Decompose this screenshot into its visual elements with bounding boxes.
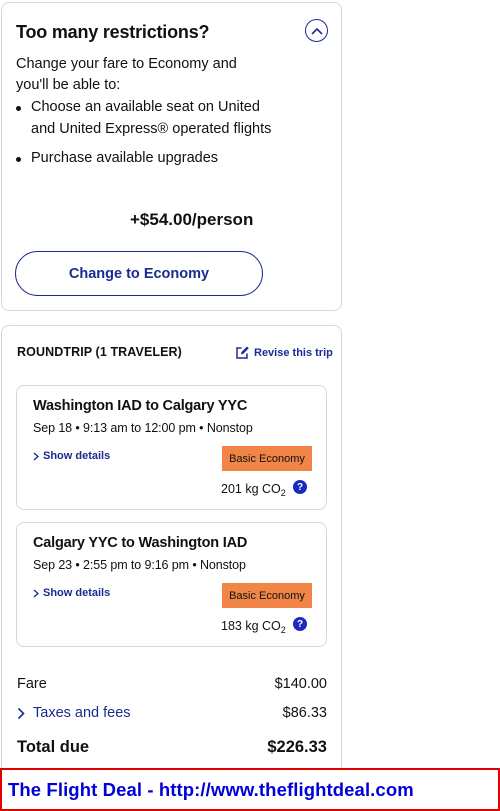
banner-text: The Flight Deal - http://www.theflightde… (8, 778, 414, 800)
fare-row: Fare $140.00 (17, 676, 327, 692)
revise-trip-label: Revise this trip (254, 346, 333, 359)
chevron-right-icon (17, 707, 25, 719)
fare-label: Fare (17, 676, 47, 692)
taxes-value: $86.33 (282, 705, 327, 721)
show-details-link[interactable]: Show details (33, 587, 110, 599)
co2-emissions: 201 kg CO2 (221, 482, 286, 498)
flight-segment-card: Washington IAD to Calgary YYC Sep 18 • 9… (16, 385, 327, 510)
co2-value: 183 kg CO (221, 619, 281, 633)
edit-icon (236, 346, 249, 359)
chevron-up-icon (310, 27, 323, 35)
trip-header: ROUNDTRIP (1 TRAVELER) (17, 345, 182, 359)
change-to-economy-button[interactable]: Change to Economy (15, 251, 263, 296)
benefit-item: Purchase available upgrades (16, 148, 286, 170)
trip-summary-card: ROUNDTRIP (1 TRAVELER) Revise this trip … (1, 325, 342, 769)
co2-subscript: 2 (280, 488, 286, 498)
chevron-right-icon (33, 589, 39, 597)
co2-emissions: 183 kg CO2 (221, 619, 286, 635)
taxes-row: Taxes and fees $86.33 (17, 705, 327, 721)
collapse-button[interactable] (305, 19, 328, 42)
flight-route: Washington IAD to Calgary YYC (33, 398, 248, 414)
show-details-label: Show details (43, 450, 111, 462)
co2-subscript: 2 (280, 625, 286, 635)
revise-trip-link[interactable]: Revise this trip (235, 345, 333, 360)
fare-value: $140.00 (274, 676, 327, 692)
upsell-title: Too many restrictions? (16, 22, 210, 42)
help-icon[interactable]: ? (293, 480, 307, 494)
flight-times: Sep 23 • 2:55 pm to 9:16 pm • Nonstop (33, 558, 246, 572)
fare-upsell-card: Too many restrictions? Change your fare … (1, 2, 342, 311)
flight-route: Calgary YYC to Washington IAD (33, 535, 248, 551)
fare-class-badge: Basic Economy (222, 583, 312, 608)
flight-segment-card: Calgary YYC to Washington IAD Sep 23 • 2… (16, 522, 327, 647)
fare-class-badge: Basic Economy (222, 446, 312, 471)
co2-value: 201 kg CO (221, 482, 281, 496)
upsell-intro: Change your fare to Economy and you'll b… (16, 56, 237, 93)
taxes-and-fees-link[interactable]: Taxes and fees (17, 705, 131, 721)
show-details-link[interactable]: Show details (33, 450, 110, 462)
chevron-right-icon (33, 452, 39, 460)
help-icon[interactable]: ? (293, 617, 307, 631)
total-value: $226.33 (267, 738, 327, 756)
flight-times: Sep 18 • 9:13 am to 12:00 pm • Nonstop (33, 421, 253, 435)
watermark-banner: The Flight Deal - http://www.theflightde… (0, 768, 500, 811)
total-row: Total due $226.33 (17, 738, 327, 757)
taxes-label: Taxes and fees (33, 705, 131, 721)
total-label: Total due (17, 738, 90, 756)
show-details-label: Show details (43, 587, 111, 599)
upsell-benefits-list: Choose an available seat on United and U… (16, 97, 286, 170)
upsell-price: +$54.00/person (130, 210, 254, 229)
benefit-item: Choose an available seat on United and U… (16, 97, 286, 140)
